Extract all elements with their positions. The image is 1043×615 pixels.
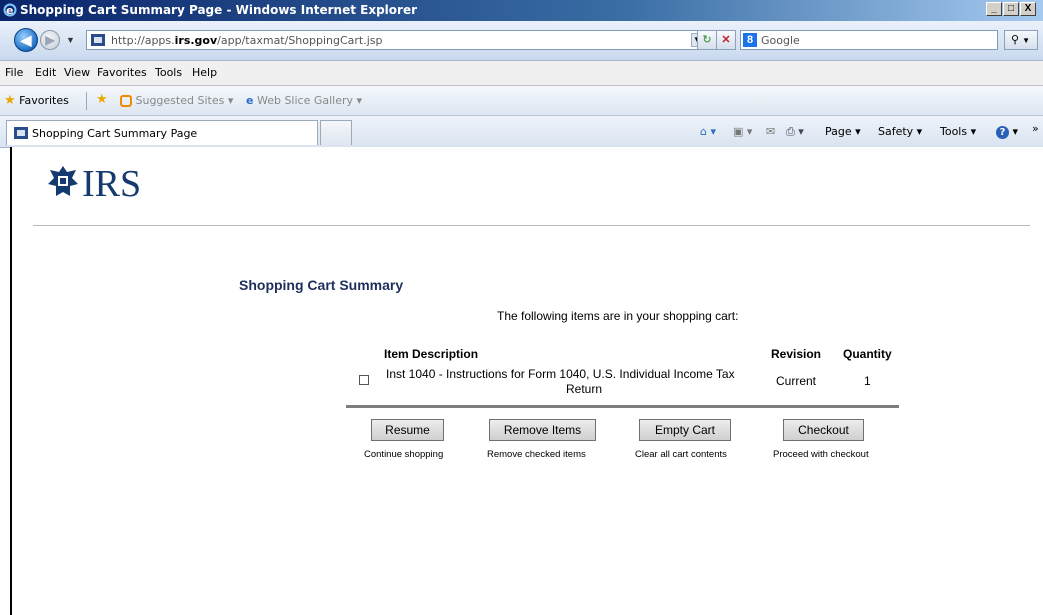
mail-button[interactable]: ✉ <box>766 125 775 138</box>
favorites-bar: ★ Favorites ★ Suggested Sites ▾ e Web Sl… <box>0 86 1043 116</box>
table-divider <box>346 405 899 408</box>
internet-explorer-icon: e <box>3 3 17 17</box>
magnifier-icon: ⚲ <box>1011 34 1020 46</box>
item-quantity: 1 <box>864 374 871 388</box>
more-commands-icon[interactable]: » <box>1032 122 1039 135</box>
maximize-button[interactable]: □ <box>1003 2 1019 16</box>
web-slice-gallery-link[interactable]: e Web Slice Gallery ▾ <box>246 94 362 107</box>
help-icon: ? <box>996 126 1009 139</box>
empty-cart-button[interactable]: Empty Cart <box>639 419 731 441</box>
irs-favicon-icon <box>91 34 105 46</box>
cart-intro-text: The following items are in your shopping… <box>497 309 739 323</box>
favorites-label: Favorites <box>19 94 69 107</box>
forward-button[interactable]: ▶ <box>40 30 60 50</box>
tab-bar: Shopping Cart Summary Page ⌂ ▾ ▣ ▾ ✉ ⎙ ▾… <box>0 116 1043 148</box>
page-content <box>10 147 1043 615</box>
help-menu[interactable]: ? ▾ <box>996 125 1018 139</box>
svg-text:e: e <box>6 4 13 17</box>
header-divider <box>33 225 1030 226</box>
url-text: http://apps.irs.gov/app/taxmat/ShoppingC… <box>111 34 383 47</box>
suggested-sites-label: Suggested Sites ▾ <box>135 94 234 107</box>
navigation-bar: ◀ ▶ ▼ http://apps.irs.gov/app/taxmat/Sho… <box>0 21 1043 61</box>
page-menu[interactable]: Page ▾ <box>825 125 861 138</box>
menu-help[interactable]: Help <box>192 66 217 79</box>
web-slice-ie-icon: e <box>246 94 254 107</box>
safety-menu[interactable]: Safety ▾ <box>878 125 922 138</box>
column-header-revision: Revision <box>771 347 822 361</box>
menu-edit[interactable]: Edit <box>35 66 56 79</box>
refresh-button[interactable]: ↻ <box>697 30 717 50</box>
resume-button[interactable]: Resume <box>371 419 444 441</box>
column-header-description: Item Description <box>384 347 479 361</box>
web-slice-gallery-label: Web Slice Gallery ▾ <box>256 94 363 107</box>
menu-file[interactable]: File <box>5 66 23 79</box>
checkout-caption: Proceed with checkout <box>773 449 869 460</box>
menu-view[interactable]: View <box>64 66 90 79</box>
tab-label: Shopping Cart Summary Page <box>32 127 198 140</box>
empty-cart-caption: Clear all cart contents <box>635 449 727 460</box>
suggested-sites-link[interactable]: Suggested Sites ▾ <box>120 94 233 107</box>
favorites-button[interactable]: ★ Favorites <box>4 93 69 108</box>
minimize-button[interactable]: _ <box>986 2 1002 16</box>
menu-favorites[interactable]: Favorites <box>97 66 147 79</box>
feeds-button[interactable]: ▣ ▾ <box>733 125 752 138</box>
checkout-button[interactable]: Checkout <box>783 419 864 441</box>
search-placeholder: Google <box>761 34 800 47</box>
url-path: /app/taxmat/ShoppingCart.jsp <box>217 34 383 47</box>
recent-pages-dropdown-icon[interactable]: ▼ <box>66 35 75 45</box>
search-button[interactable]: ⚲ ▼ <box>1004 30 1038 50</box>
remove-items-button[interactable]: Remove Items <box>489 419 596 441</box>
search-input[interactable]: 8 Google <box>740 30 998 50</box>
item-description-continued: Return <box>566 382 603 396</box>
forward-arrow-icon: ▶ <box>45 33 55 47</box>
url-prefix: http://apps. <box>111 34 175 47</box>
google-search-provider-icon: 8 <box>743 33 757 47</box>
window-title: Shopping Cart Summary Page - Windows Int… <box>20 3 418 17</box>
mail-icon: ✉ <box>766 125 776 138</box>
item-select-checkbox[interactable] <box>359 375 369 385</box>
home-icon: ⌂ <box>700 125 707 138</box>
close-button[interactable]: X <box>1020 2 1036 16</box>
item-revision: Current <box>776 374 817 388</box>
search-options-icon: ▼ <box>1022 36 1031 45</box>
home-button[interactable]: ⌂ ▾ <box>700 125 716 138</box>
address-field[interactable]: http://apps.irs.gov/app/taxmat/ShoppingC… <box>86 30 706 50</box>
url-domain: irs.gov <box>174 34 218 47</box>
remove-items-caption: Remove checked items <box>487 449 586 460</box>
new-tab-button[interactable] <box>320 120 352 145</box>
window-titlebar: e Shopping Cart Summary Page - Windows I… <box>0 0 1043 21</box>
menu-tools[interactable]: Tools <box>155 66 182 79</box>
column-header-quantity: Quantity <box>843 347 892 361</box>
irs-favicon-icon <box>14 127 28 139</box>
printer-icon: ⎙ <box>786 125 795 138</box>
add-to-favorites-icon[interactable]: ★ <box>96 92 108 107</box>
back-button[interactable]: ◀ <box>14 28 38 52</box>
menu-bar: File Edit View Favorites Tools Help <box>0 61 1043 86</box>
irs-eagle-logo-icon <box>48 166 78 196</box>
back-arrow-icon: ◀ <box>20 32 32 48</box>
item-description: Inst 1040 - Instructions for Form 1040, … <box>386 367 735 381</box>
print-button[interactable]: ⎙ ▾ <box>786 125 804 139</box>
page-title: Shopping Cart Summary <box>239 277 404 293</box>
stop-button[interactable]: ✕ <box>716 30 736 50</box>
favorites-divider <box>86 92 87 110</box>
irs-logo-text: IRS <box>82 163 142 205</box>
tab-shopping-cart[interactable]: Shopping Cart Summary Page <box>6 120 318 145</box>
resume-caption: Continue shopping <box>364 449 444 460</box>
suggested-sites-icon <box>120 95 132 107</box>
tools-menu[interactable]: Tools ▾ <box>940 125 976 138</box>
favorites-star-icon: ★ <box>4 93 16 108</box>
feeds-icon: ▣ <box>733 125 744 138</box>
